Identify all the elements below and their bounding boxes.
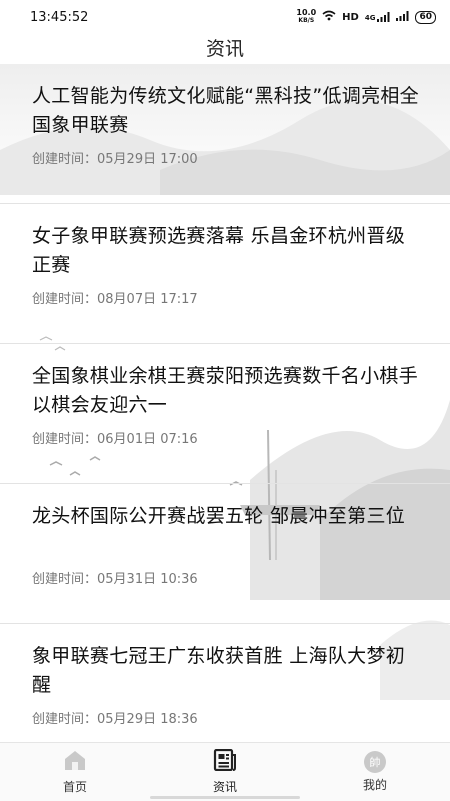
news-title: 龙头杯国际公开赛战罢五轮 邹晨冲至第三位 <box>32 505 406 527</box>
news-created-time: 创建时间：08月07日 17:17 <box>32 292 198 307</box>
news-item[interactable]: 女子象甲联赛预选赛落幕 乐昌金环杭州晋级正赛 创建时间：08月07日 17:17 <box>0 204 450 344</box>
news-title: 象甲联赛七冠王广东收获首胜 上海队大梦初醒 <box>32 645 406 696</box>
signal-icon: 4G <box>365 12 391 22</box>
status-icons: 10.0 KB/S HD 4G 60 <box>296 9 436 25</box>
tab-me[interactable]: 帥 我的 <box>330 751 420 793</box>
signal-icon-2 <box>396 10 409 24</box>
news-created-time: 创建时间：06月01日 07:16 <box>32 432 198 447</box>
tab-me-label: 我的 <box>362 778 387 792</box>
news-title: 全国象棋业余棋王赛荥阳预选赛数千名小棋手以棋会友迎六一 <box>32 365 419 416</box>
page-title: 资讯 <box>205 38 244 60</box>
wifi-icon <box>322 10 336 24</box>
bottom-tab-bar: 首页 资讯 帥 我的 <box>0 742 450 801</box>
chess-piece-glyph: 帥 <box>369 756 381 769</box>
tab-news-label: 资讯 <box>212 780 237 794</box>
network-speed-unit: KB/S <box>298 17 315 24</box>
news-item[interactable]: 龙头杯国际公开赛战罢五轮 邹晨冲至第三位 创建时间：05月31日 10:36 <box>0 484 450 624</box>
tab-home[interactable]: 首页 <box>30 749 120 795</box>
news-title: 女子象甲联赛预选赛落幕 乐昌金环杭州晋级正赛 <box>32 225 406 276</box>
home-icon <box>63 749 87 775</box>
home-indicator[interactable] <box>150 796 300 799</box>
battery-icon: 60 <box>415 10 436 24</box>
news-list: 人工智能为传统文化赋能“黑科技”低调亮相全国象甲联赛 创建时间：05月29日 1… <box>0 64 450 764</box>
hd-icon: HD <box>342 11 359 23</box>
news-item[interactable]: 全国象棋业余棋王赛荥阳预选赛数千名小棋手以棋会友迎六一 创建时间：06月01日 … <box>0 344 450 484</box>
network-speed: 10.0 KB/S <box>296 9 316 25</box>
network-type: 4G <box>364 14 376 22</box>
tab-home-label: 首页 <box>62 780 87 794</box>
status-time: 13:45:52 <box>30 9 89 25</box>
network-speed-value: 10.0 <box>296 8 317 17</box>
tab-news[interactable]: 资讯 <box>180 748 270 795</box>
news-created-time: 创建时间：05月29日 17:00 <box>32 152 198 167</box>
news-created-time: 创建时间：05月29日 18:36 <box>32 712 198 727</box>
status-bar: 13:45:52 10.0 KB/S HD 4G 60 <box>0 0 450 34</box>
news-created-time: 创建时间：05月31日 10:36 <box>32 572 198 587</box>
news-item[interactable]: 人工智能为传统文化赋能“黑科技”低调亮相全国象甲联赛 创建时间：05月29日 1… <box>0 64 450 204</box>
news-title: 人工智能为传统文化赋能“黑科技”低调亮相全国象甲联赛 <box>32 85 419 136</box>
newspaper-icon <box>213 748 237 775</box>
shuai-chess-piece-icon: 帥 <box>364 751 386 773</box>
